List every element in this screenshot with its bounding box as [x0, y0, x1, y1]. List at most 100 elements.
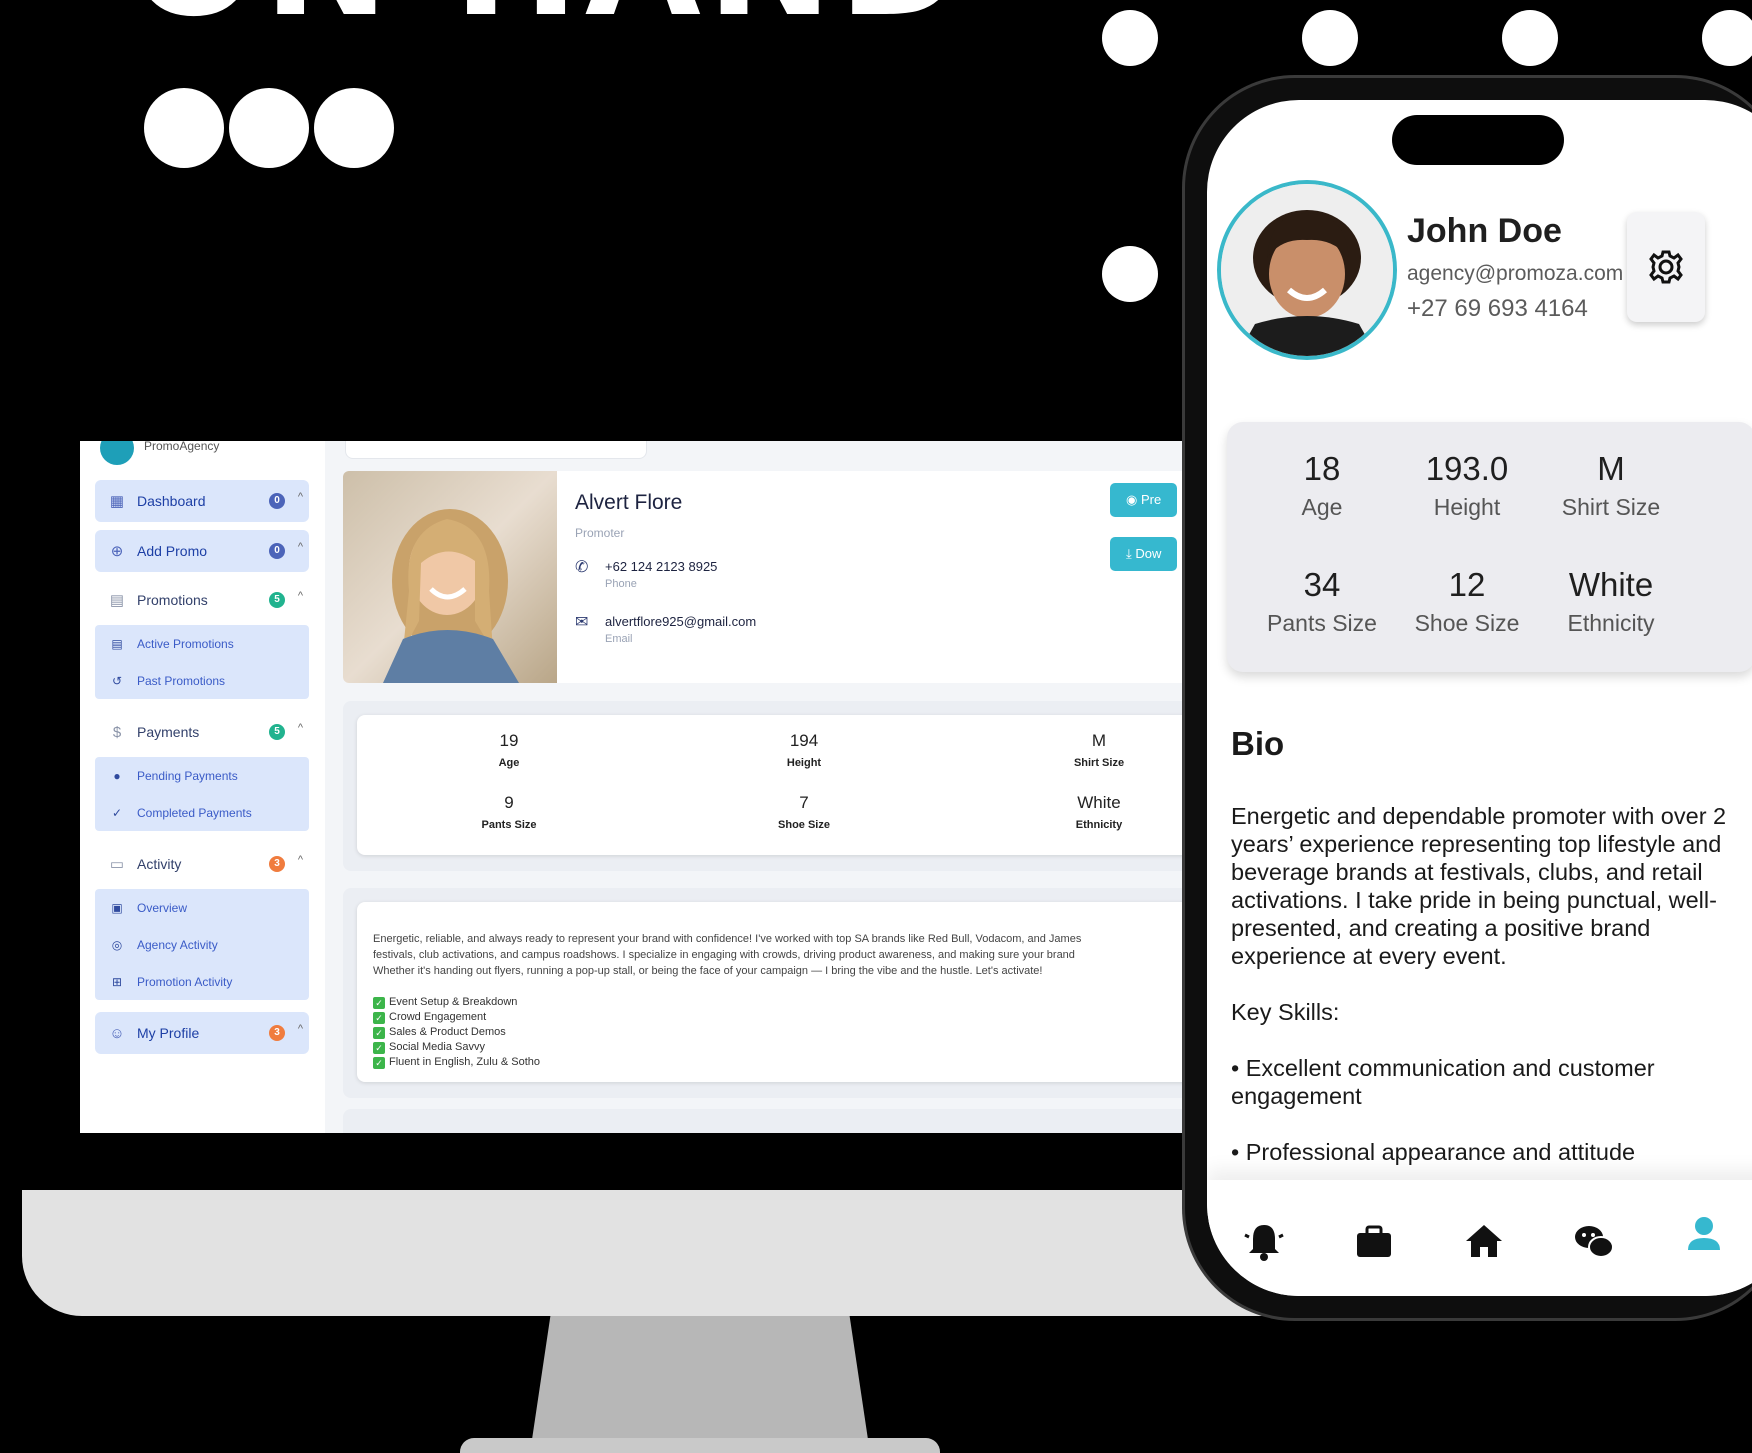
stats-card: 19 Age 194 Height M Shirt Size 9 Pants Size …	[357, 715, 1190, 855]
decorative-dot	[144, 88, 224, 168]
badge-count: 5	[269, 592, 285, 608]
skill-item: • Professional appearance and attitude	[1231, 1139, 1636, 1165]
stat-ethnicity: White Ethnicity	[1075, 793, 1123, 831]
bell-icon	[1244, 1225, 1284, 1261]
decorative-dot	[1102, 10, 1158, 66]
sidebar-item-add-promo[interactable]: ⊕ Add Promo 0 ^	[95, 530, 309, 572]
phone-stat-ethnicity: White Ethnicity	[1567, 566, 1655, 636]
phone-stats-card: 18 Age 193.0 Height M Shirt Size 34 Pants Si…	[1227, 422, 1752, 672]
plus-circle-icon: ⊕	[110, 543, 124, 560]
submenu-item-completed-payments[interactable]: ✓ Completed Payments	[95, 794, 309, 831]
download-button[interactable]: ⤓ Dow	[1110, 537, 1178, 571]
profile-phone: +62 124 2123 8925	[605, 559, 718, 574]
search-bar[interactable]	[345, 441, 647, 459]
profile-name: Alvert Flore	[575, 491, 683, 514]
stats-section: 19 Age 194 Height M Shirt Size 9 Pants Size …	[343, 701, 1190, 871]
dynamic-island	[1392, 115, 1564, 165]
sidebar-item-dashboard[interactable]: ▦ Dashboard 0 ^	[95, 480, 309, 522]
decorative-dot	[1302, 10, 1358, 66]
decorative-dot	[1502, 10, 1558, 66]
phone-icon: ✆	[575, 559, 589, 576]
hierarchy-icon: ⊞	[111, 974, 123, 989]
gear-icon	[1649, 250, 1683, 284]
promotions-submenu: ▤ Active Promotions ↺ Past Promotions	[95, 625, 309, 699]
logo-text: PromoAgency	[144, 441, 220, 453]
skill-item: ✓ Fluent in English, Zulu & Sotho	[373, 1055, 1190, 1070]
submenu-item-active-promotions[interactable]: ▤ Active Promotions	[95, 625, 309, 662]
home-icon	[1466, 1225, 1502, 1257]
submenu-item-label: Promotion Activity	[137, 974, 233, 989]
grid-icon: ▦	[109, 493, 125, 510]
overview-icon: ▣	[111, 900, 123, 915]
stat-shirt-size: M Shirt Size	[1073, 731, 1125, 769]
chevron-up-icon[interactable]: ^	[298, 854, 303, 866]
bio-line: Whether it's handing out flyers, running…	[373, 965, 1043, 977]
chevron-up-icon[interactable]: ^	[298, 491, 303, 503]
tab-jobs[interactable]	[1347, 1215, 1401, 1269]
tab-notifications[interactable]	[1237, 1215, 1291, 1269]
target-icon: ◎	[111, 937, 123, 952]
payments-submenu: ● Pending Payments ✓ Completed Payments	[95, 757, 309, 831]
bio-line: Energetic, reliable, and always ready to…	[373, 933, 1082, 945]
submenu-item-pending-payments[interactable]: ● Pending Payments	[95, 757, 309, 794]
monitor-foot	[460, 1438, 940, 1453]
decorative-dot	[314, 88, 394, 168]
submenu-item-overview[interactable]: ▣ Overview	[95, 889, 309, 926]
submenu-item-agency-activity[interactable]: ◎ Agency Activity	[95, 926, 309, 963]
download-icon: ⤓	[1126, 546, 1136, 561]
sidebar-item-label: Promotions	[137, 592, 208, 608]
tab-home[interactable]	[1457, 1215, 1511, 1269]
skill-item: ✓ Social Media Savvy	[373, 1040, 1190, 1055]
skill-item: ✓ Event Setup & Breakdown	[373, 995, 1190, 1010]
activity-submenu: ▣ Overview ◎ Agency Activity ⊞ Promotion…	[95, 889, 309, 1000]
background-heading: ON HAND	[130, 0, 969, 38]
bottom-tab-bar	[1207, 1180, 1752, 1296]
chat-icon: ▭	[109, 856, 125, 873]
bio-heading: Bio	[1231, 725, 1285, 762]
sidebar-item-my-profile[interactable]: ☺ My Profile 3 ^	[95, 1012, 309, 1054]
main-content: Alvert Flore Promoter ✆ +62 124 2123 892…	[325, 441, 1190, 1133]
submenu-item-label: Pending Payments	[137, 768, 238, 783]
briefcase-icon	[1357, 1225, 1391, 1257]
stat-shoe-size: 7 Shoe Size	[778, 793, 830, 831]
submenu-item-label: Past Promotions	[137, 673, 226, 688]
tab-chat[interactable]	[1567, 1215, 1621, 1269]
sidebar-item-promotions[interactable]: ▤ Promotions 5 ^	[95, 579, 309, 621]
profile-photo	[343, 471, 557, 683]
chevron-up-icon[interactable]: ^	[298, 722, 303, 734]
phone-frame: John Doe agency@promoza.com +27 69 693 4…	[1185, 78, 1752, 1318]
user-icon: ☺	[109, 1024, 125, 1042]
profile-card: Alvert Flore Promoter ✆ +62 124 2123 892…	[343, 471, 1190, 683]
tab-profile[interactable]	[1677, 1208, 1731, 1262]
badge-count: 0	[269, 493, 285, 509]
badge-count: 5	[269, 724, 285, 740]
person-photo-illustration	[383, 509, 519, 683]
monitor-chin	[22, 1190, 1382, 1316]
chevron-up-icon[interactable]: ^	[298, 541, 303, 553]
submenu-item-label: Agency Activity	[137, 937, 218, 952]
desktop-screen: PromoAgency ▦ Dashboard 0 ^ ⊕ Add Promo …	[80, 441, 1190, 1133]
settings-button[interactable]	[1627, 212, 1705, 322]
phone-stat-shirt-size: M Shirt Size	[1561, 450, 1661, 520]
user-icon	[1688, 1217, 1720, 1250]
avatar-illustration	[1221, 184, 1393, 356]
submenu-item-past-promotions[interactable]: ↺ Past Promotions	[95, 662, 309, 699]
phone-profile-email: agency@promoza.com	[1407, 262, 1624, 285]
sidebar-item-activity[interactable]: ▭ Activity 3 ^	[95, 843, 309, 885]
submenu-item-label: Completed Payments	[137, 805, 252, 820]
profile-role: Promoter	[575, 526, 625, 540]
sidebar-item-label: Add Promo	[137, 543, 208, 559]
chevron-up-icon[interactable]: ^	[298, 590, 303, 602]
sidebar: PromoAgency ▦ Dashboard 0 ^ ⊕ Add Promo …	[80, 441, 325, 1133]
skill-item: ✓ Sales & Product Demos	[373, 1025, 1190, 1040]
submenu-item-label: Active Promotions	[137, 636, 234, 651]
logo-icon	[100, 441, 134, 465]
clipboard-icon: ▤	[111, 636, 123, 651]
phone-profile-phone: +27 69 693 4164	[1407, 295, 1588, 322]
sidebar-item-payments[interactable]: $ Payments 5 ^	[95, 711, 309, 753]
submenu-item-promotion-activity[interactable]: ⊞ Promotion Activity	[95, 963, 309, 1000]
phone-stat-shoe-size: 12 Shoe Size	[1414, 566, 1520, 636]
avatar	[1217, 180, 1397, 360]
chevron-up-icon[interactable]: ^	[298, 1023, 303, 1035]
preview-button[interactable]: ◉ Pre	[1110, 483, 1178, 517]
